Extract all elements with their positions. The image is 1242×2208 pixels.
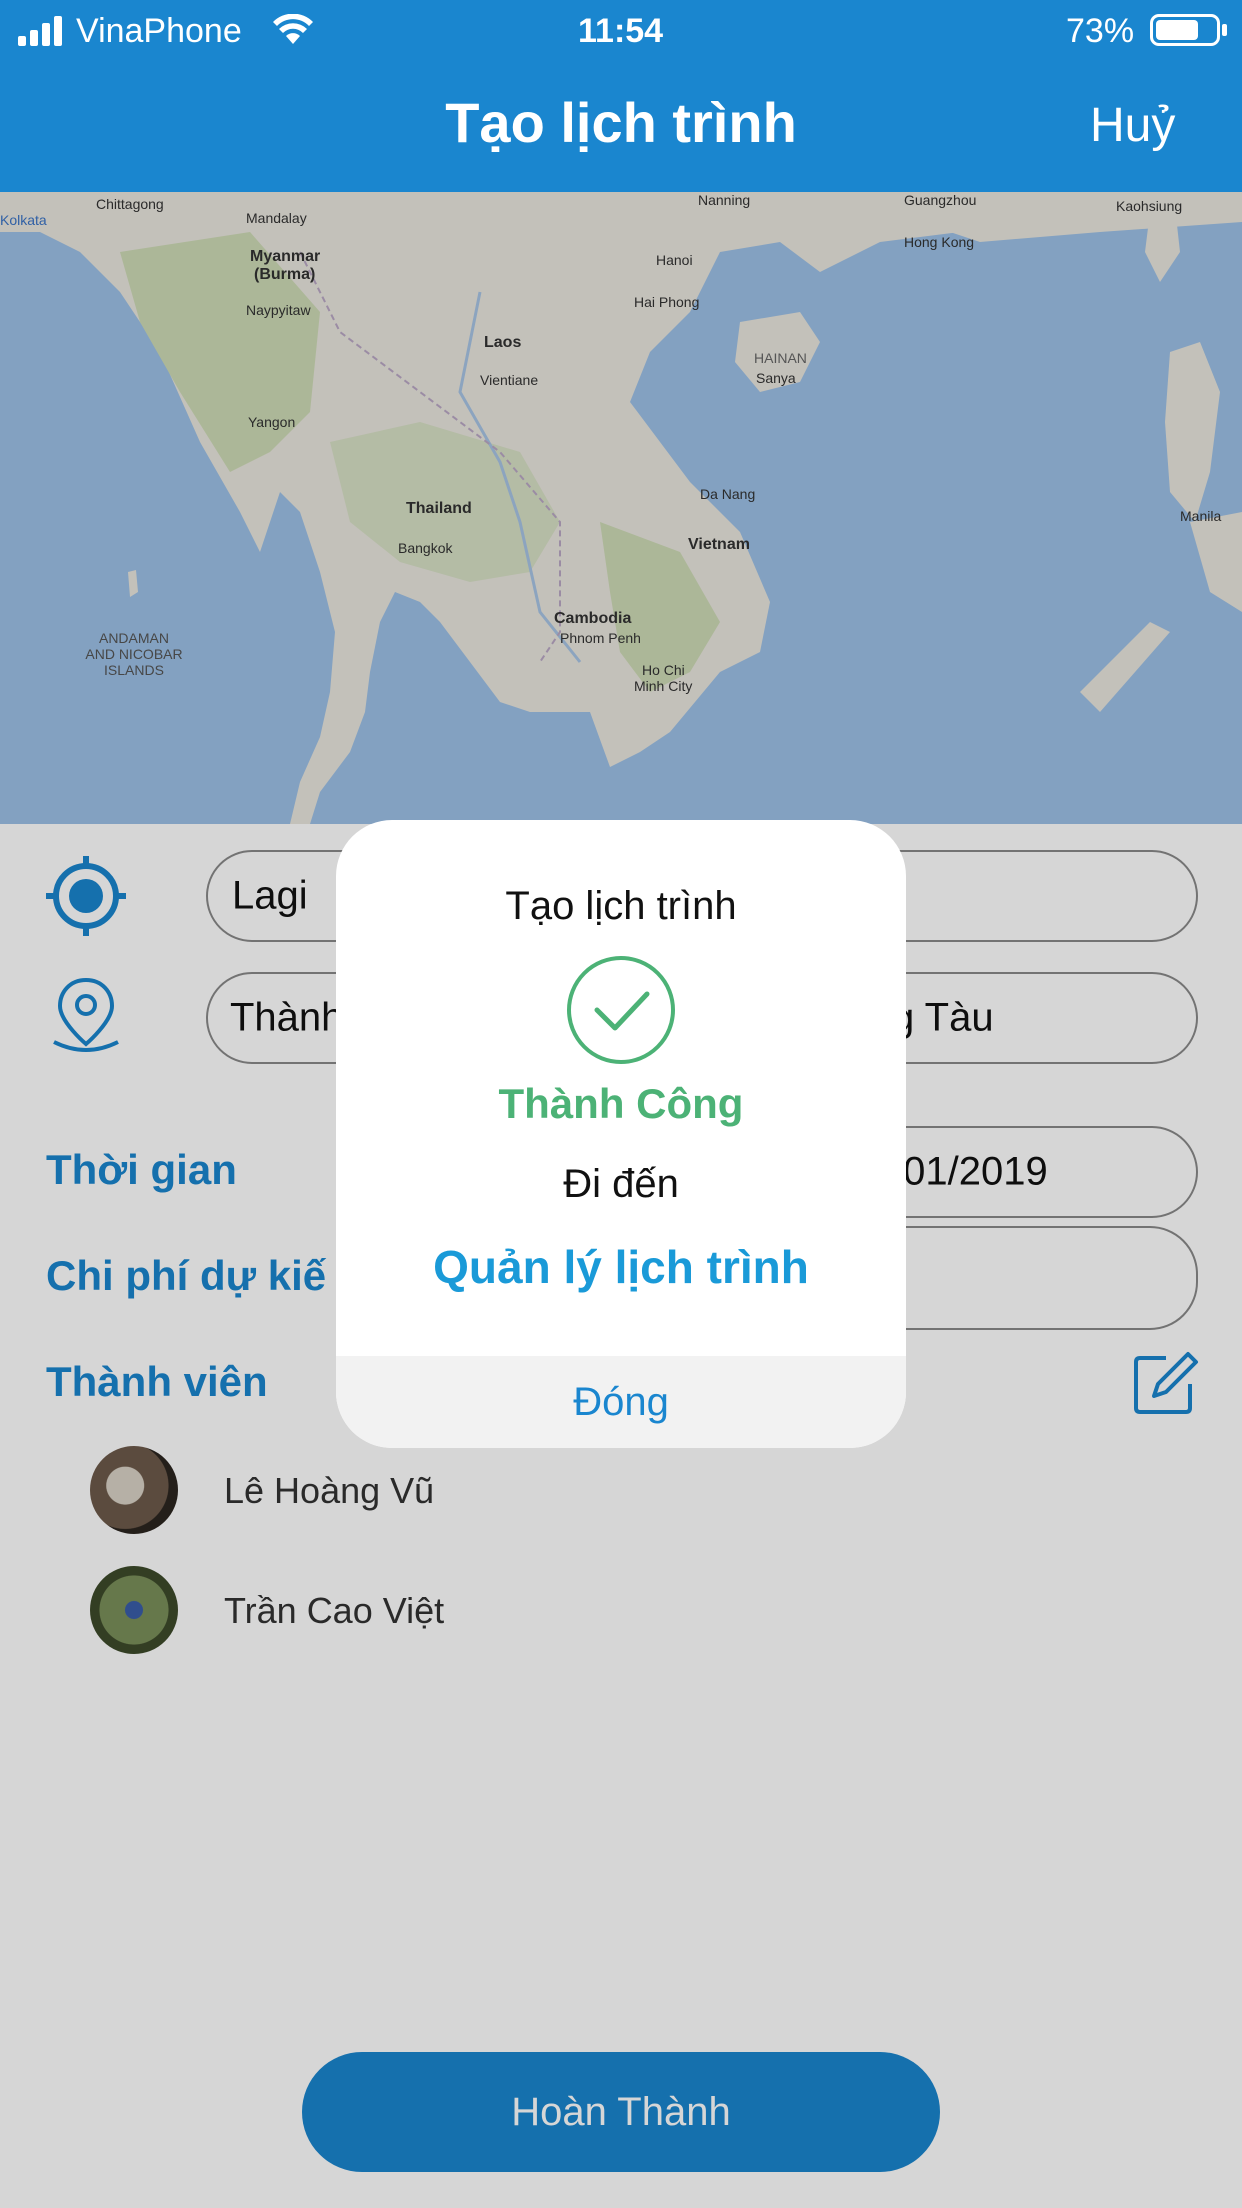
signal-icon xyxy=(18,16,62,46)
page-title: Tạo lịch trình xyxy=(445,91,797,154)
status-time: 11:54 xyxy=(578,12,664,50)
dialog-footer[interactable]: Đóng xyxy=(336,1356,906,1448)
success-dialog: Tạo lịch trình Thành Công Đi đến Quản lý… xyxy=(336,820,906,1448)
success-text: Thành Công xyxy=(498,1080,744,1127)
status-bar: VinaPhone 11:54 73% xyxy=(0,0,1242,62)
cancel-button[interactable]: Huỷ xyxy=(1090,98,1175,153)
manage-trips-link[interactable]: Quản lý lịch trình xyxy=(336,1240,906,1294)
close-button[interactable]: Đóng xyxy=(573,1380,669,1425)
battery-level xyxy=(1156,20,1198,40)
battery-cap xyxy=(1222,24,1227,36)
wifi-icon xyxy=(273,14,313,44)
nav-bar: Tạo lịch trình Huỷ xyxy=(0,62,1242,192)
check-circle-icon xyxy=(567,956,675,1064)
carrier-name: VinaPhone xyxy=(76,12,242,50)
go-to-text: Đi đến xyxy=(563,1162,679,1206)
battery-icon xyxy=(1150,14,1220,46)
battery-percent: 73% xyxy=(1066,12,1135,50)
dialog-title: Tạo lịch trình xyxy=(505,884,737,928)
